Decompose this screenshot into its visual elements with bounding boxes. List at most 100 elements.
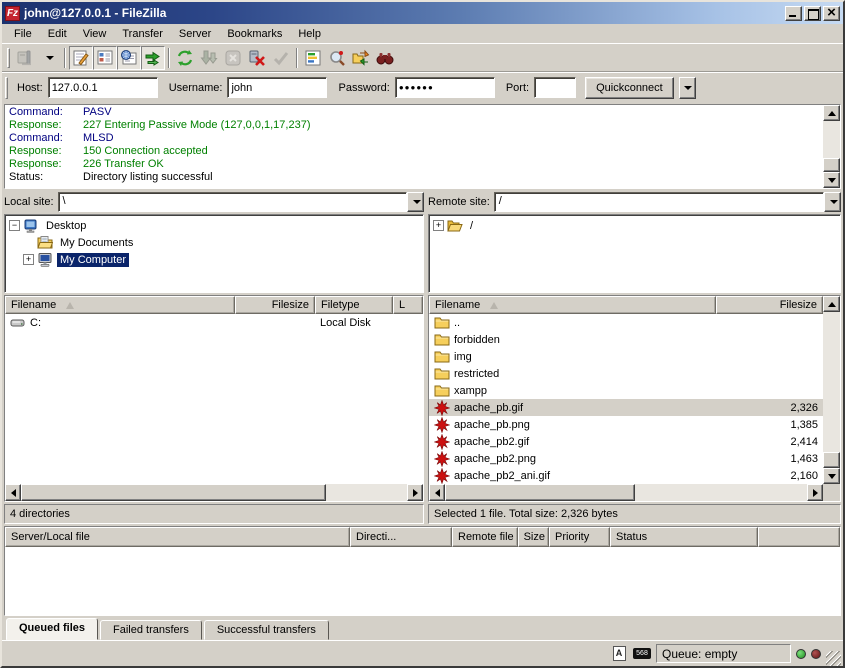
remote-directory-tree: + /: [428, 214, 841, 293]
scroll-down-button[interactable]: [823, 172, 840, 188]
scroll-up-button[interactable]: [823, 105, 840, 121]
column-header-last-modified[interactable]: L: [393, 296, 423, 314]
file-row[interactable]: xampp: [429, 382, 823, 399]
column-header-filename[interactable]: Filename: [429, 296, 716, 314]
scroll-up-button[interactable]: [823, 296, 840, 312]
scroll-left-button[interactable]: [5, 484, 21, 501]
column-header-empty[interactable]: [758, 527, 840, 547]
menu-edit[interactable]: Edit: [40, 26, 75, 42]
menu-help[interactable]: Help: [290, 26, 329, 42]
find-files-button[interactable]: [373, 46, 397, 70]
tree-item-desktop[interactable]: − Desktop: [5, 217, 423, 234]
local-site-dropdown[interactable]: [407, 192, 424, 212]
minimize-button[interactable]: [785, 6, 802, 21]
column-header-remote-file[interactable]: Remote file: [452, 527, 518, 547]
file-row[interactable]: forbidden: [429, 331, 823, 348]
quickconnect-button[interactable]: Quickconnect: [585, 77, 674, 99]
image-file-icon: [434, 434, 450, 450]
speed-limits-indicator[interactable]: 568: [633, 646, 651, 662]
menu-file[interactable]: File: [6, 26, 40, 42]
toggle-message-log-button[interactable]: [69, 46, 93, 70]
file-row[interactable]: img: [429, 348, 823, 365]
scroll-down-button[interactable]: [823, 468, 840, 484]
toolbar-grip: [7, 48, 10, 68]
file-row[interactable]: apache_pb.png 1,385: [429, 416, 823, 433]
tree-item-label[interactable]: /: [467, 219, 476, 233]
reconnect-button[interactable]: [269, 46, 293, 70]
log-vertical-scrollbar[interactable]: [823, 105, 840, 188]
file-row[interactable]: restricted: [429, 365, 823, 382]
image-file-icon: [434, 400, 450, 416]
column-header-server-local-file[interactable]: Server/Local file: [5, 527, 350, 547]
site-manager-button[interactable]: [13, 46, 37, 70]
menu-view[interactable]: View: [75, 26, 115, 42]
scrollbar-thumb[interactable]: [823, 158, 840, 172]
collapse-icon[interactable]: −: [9, 220, 20, 231]
synchronized-browsing-button[interactable]: [349, 46, 373, 70]
menu-server[interactable]: Server: [171, 26, 219, 42]
tree-item-label[interactable]: My Computer: [57, 253, 129, 267]
tab-queued-files[interactable]: Queued files: [6, 618, 98, 640]
maximize-button[interactable]: [804, 6, 821, 21]
expand-icon[interactable]: +: [433, 220, 444, 231]
file-row[interactable]: apache_pb2.png 1,463: [429, 450, 823, 467]
process-queue-button[interactable]: [197, 46, 221, 70]
scroll-right-button[interactable]: [407, 484, 423, 501]
window-resize-grip[interactable]: [826, 651, 841, 666]
remote-vertical-scrollbar[interactable]: [823, 296, 840, 501]
file-row-c-drive[interactable]: C: Local Disk: [5, 314, 423, 331]
menu-bookmarks[interactable]: Bookmarks: [219, 26, 290, 42]
column-header-status[interactable]: Status: [610, 527, 758, 547]
toggle-remote-tree-button[interactable]: [117, 46, 141, 70]
menu-transfer[interactable]: Transfer: [114, 26, 171, 42]
expand-icon[interactable]: +: [23, 254, 34, 265]
tree-item-label[interactable]: My Documents: [57, 236, 136, 250]
directory-comparison-button[interactable]: [325, 46, 349, 70]
file-name: forbidden: [454, 334, 500, 346]
password-input[interactable]: [395, 77, 495, 98]
local-site-path[interactable]: \: [58, 192, 407, 212]
tree-item-my-documents[interactable]: My Documents: [5, 234, 423, 251]
remote-horizontal-scrollbar[interactable]: [429, 484, 823, 501]
transfer-type-indicator[interactable]: A: [610, 646, 628, 662]
close-button[interactable]: [823, 6, 840, 21]
local-site-combo[interactable]: \: [58, 192, 424, 212]
column-header-filetype[interactable]: Filetype: [315, 296, 393, 314]
tree-item-label[interactable]: Desktop: [43, 219, 89, 233]
directory-listing-filters-button[interactable]: [301, 46, 325, 70]
tab-failed-transfers[interactable]: Failed transfers: [100, 620, 202, 640]
scroll-right-button[interactable]: [807, 484, 823, 501]
tab-successful-transfers[interactable]: Successful transfers: [204, 620, 329, 640]
quickconnect-dropdown[interactable]: [679, 77, 696, 99]
file-row[interactable]: ..: [429, 314, 823, 331]
site-manager-dropdown[interactable]: [37, 46, 61, 70]
remote-site-dropdown[interactable]: [824, 192, 841, 212]
tree-item-root[interactable]: + /: [429, 217, 840, 234]
local-horizontal-scrollbar[interactable]: [5, 484, 423, 501]
title-bar[interactable]: Fz john@127.0.0.1 - FileZilla: [2, 2, 843, 24]
scroll-left-button[interactable]: [429, 484, 445, 501]
port-input[interactable]: [534, 77, 576, 98]
file-row[interactable]: apache_pb2.gif 2,414: [429, 433, 823, 450]
file-row[interactable]: apache_pb2_ani.gif 2,160: [429, 467, 823, 484]
tree-item-my-computer[interactable]: + My Computer: [5, 251, 423, 268]
scrollbar-thumb[interactable]: [445, 484, 635, 501]
scrollbar-thumb[interactable]: [823, 452, 840, 468]
column-header-size[interactable]: Size: [518, 527, 549, 547]
column-header-filesize[interactable]: Filesize: [235, 296, 315, 314]
refresh-button[interactable]: [173, 46, 197, 70]
remote-site-path[interactable]: /: [494, 192, 824, 212]
column-header-filesize[interactable]: Filesize: [716, 296, 823, 314]
host-input[interactable]: [48, 77, 158, 98]
column-header-direction[interactable]: Directi...: [350, 527, 452, 547]
scrollbar-thumb[interactable]: [21, 484, 326, 501]
cancel-operation-button[interactable]: [221, 46, 245, 70]
file-row-selected[interactable]: apache_pb.gif 2,326: [429, 399, 823, 416]
disconnect-button[interactable]: [245, 46, 269, 70]
column-header-priority[interactable]: Priority: [549, 527, 610, 547]
toggle-transfer-queue-button[interactable]: [141, 46, 165, 70]
toggle-local-tree-button[interactable]: [93, 46, 117, 70]
remote-site-combo[interactable]: /: [494, 192, 841, 212]
username-input[interactable]: [227, 77, 327, 98]
column-header-filename[interactable]: Filename: [5, 296, 235, 314]
